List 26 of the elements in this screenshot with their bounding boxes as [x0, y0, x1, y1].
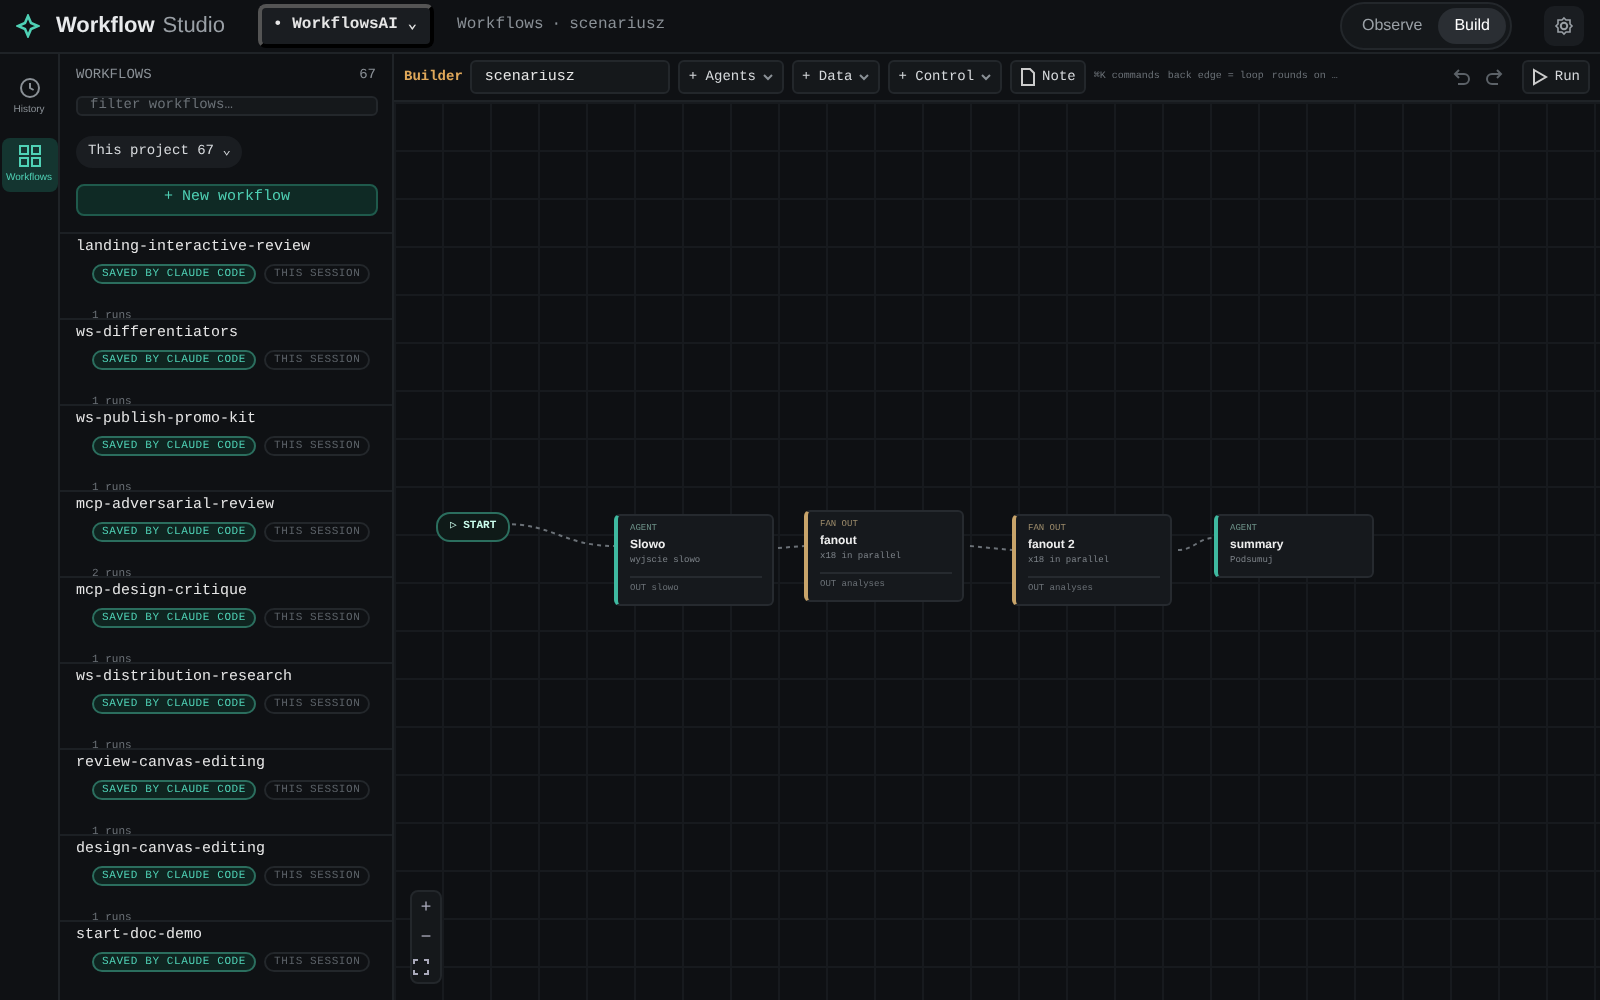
project-selector[interactable]: • WorkflowsAI ⌄	[257, 4, 434, 49]
play-icon	[1532, 68, 1549, 87]
fit-view-icon	[412, 958, 430, 976]
breadcrumb-separator: ·	[551, 14, 562, 39]
mode-tab[interactable]: Build	[1438, 8, 1506, 45]
mode-tab[interactable]: Observe	[1345, 8, 1439, 45]
logo-icon	[16, 14, 40, 39]
document-icon	[1020, 68, 1037, 87]
undo-icon[interactable]	[1450, 67, 1471, 88]
app-subtitle: Studio	[162, 11, 225, 42]
history-icon	[17, 76, 41, 101]
grid-icon	[17, 143, 41, 168]
app-title: Workflow	[56, 11, 155, 42]
settings-button[interactable]	[1544, 6, 1584, 47]
edge-connector	[1177, 537, 1215, 552]
breadcrumb-item[interactable]: Workflows	[457, 14, 544, 39]
settings-icon	[1554, 16, 1574, 37]
zoom-out-button[interactable]: −	[412, 922, 440, 952]
caret-icon	[980, 72, 993, 83]
edge-connector	[777, 545, 805, 550]
breadcrumb-item: scenariusz	[569, 14, 666, 39]
edge-connector	[969, 545, 1013, 552]
caret-icon	[762, 72, 775, 83]
zoom-in-button[interactable]: +	[412, 892, 440, 922]
caret-icon	[858, 72, 871, 83]
redo-icon[interactable]	[1486, 67, 1507, 88]
